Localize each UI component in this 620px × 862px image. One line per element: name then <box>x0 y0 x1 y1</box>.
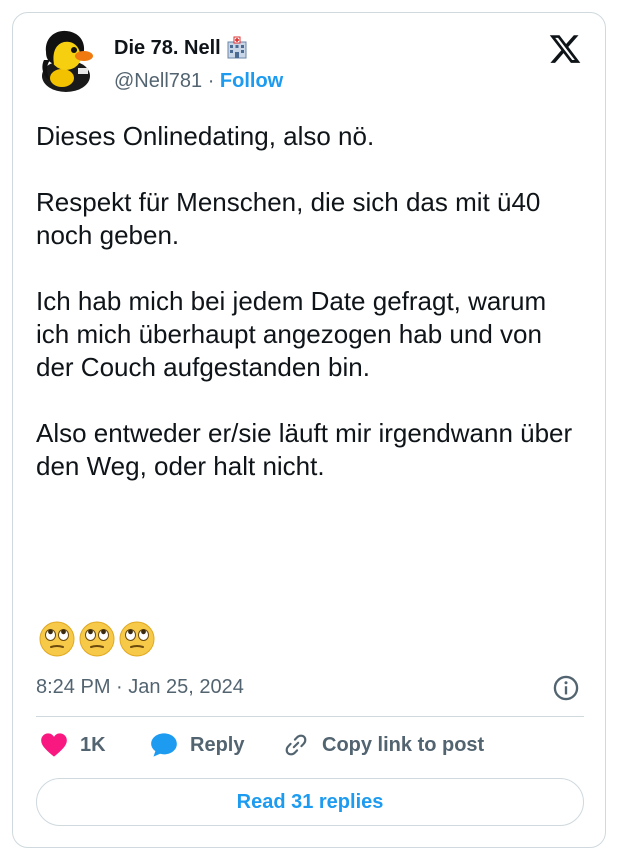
avatar[interactable] <box>32 24 106 98</box>
read-replies-label: Read 31 replies <box>236 790 384 813</box>
copy-link-button[interactable]: Copy link to post <box>282 732 484 758</box>
author-handle[interactable]: @Nell781 <box>114 70 202 92</box>
rubber-duck-avatar-icon <box>32 24 106 98</box>
info-icon[interactable] <box>552 674 580 702</box>
like-button[interactable]: 1K <box>40 732 106 758</box>
divider <box>36 716 584 717</box>
read-replies-button[interactable]: Read 31 replies <box>36 778 584 826</box>
tweet-timestamp[interactable]: 8:24 PM · Jan 25, 2024 <box>36 676 244 699</box>
x-logo-icon[interactable] <box>548 32 582 66</box>
handle-separator: · <box>207 70 215 92</box>
reply-button[interactable]: Reply <box>150 732 244 758</box>
speech-bubble-icon <box>151 733 177 757</box>
author-handle-row: @Nell781 · Follow <box>114 70 283 93</box>
like-count: 1K <box>80 733 106 756</box>
link-icon <box>285 734 307 756</box>
tweet-text: Dieses Onlinedating, also nö. Respekt fü… <box>36 121 573 481</box>
author-name-text: Die 78. Nell <box>114 36 221 59</box>
face-with-rolling-eyes-icon <box>79 621 115 657</box>
emoji-row <box>38 620 156 658</box>
heart-icon <box>41 733 67 757</box>
reply-label: Reply <box>190 733 245 756</box>
hospital-badge-icon <box>227 36 247 59</box>
face-with-rolling-eyes-icon <box>39 621 75 657</box>
face-with-rolling-eyes-icon <box>119 621 155 657</box>
copy-link-label: Copy link to post <box>322 733 485 756</box>
author-name[interactable]: Die 78. Nell <box>114 36 249 60</box>
follow-button[interactable]: Follow <box>220 70 283 92</box>
